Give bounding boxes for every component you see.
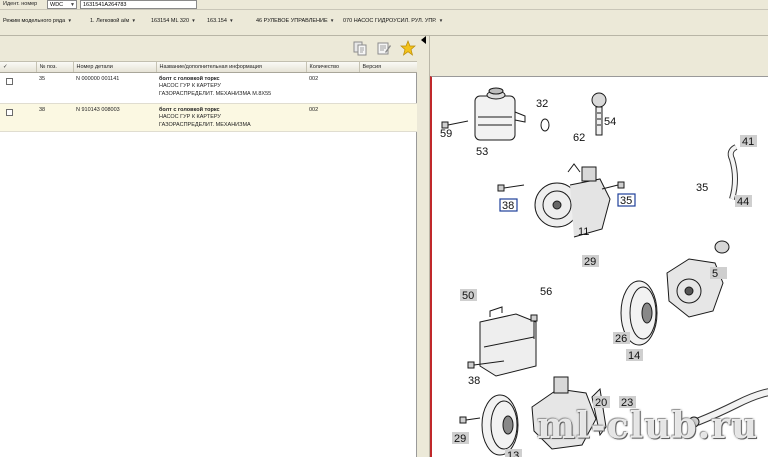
engine-select[interactable]: 163.154 ▼ [207, 18, 234, 24]
chevron-down-icon: ▼ [328, 18, 335, 23]
chevron-down-icon: ▼ [227, 18, 234, 23]
callout-label-50[interactable]: 50 [462, 290, 474, 302]
bolt-38-drawing [497, 184, 525, 192]
parts-table: ✓ № поз. Номер детали Название/дополните… [0, 62, 418, 132]
chevron-down-icon: ▼ [437, 18, 444, 23]
ident-prefix-select[interactable]: WDC ▼ [47, 0, 77, 9]
callout-label-53[interactable]: 53 [476, 146, 488, 158]
callout-label-11[interactable]: 11 [578, 226, 589, 238]
engine-label: 163.154 [207, 18, 227, 24]
edit-note-icon[interactable] [376, 40, 392, 56]
table-header: ✓ № поз. Номер детали Название/дополните… [0, 62, 418, 73]
model-select[interactable]: 163154 ML 320 ▼ [151, 18, 196, 24]
callout-label-41[interactable]: 41 [742, 136, 754, 148]
col-part-header[interactable]: Номер детали [73, 62, 157, 73]
ring-32-drawing [540, 118, 550, 132]
hose-41-drawing [727, 144, 738, 200]
exploded-parts-diagram[interactable]: 595332625441354438 35115291450 56382620 232… [432, 77, 768, 457]
callout-label-38[interactable]: 38 [502, 200, 514, 212]
diagram-toolbar [430, 36, 768, 62]
row-checkbox[interactable] [6, 108, 13, 116]
clamp-44-drawing [714, 240, 730, 254]
part-info-line: НАСОС ГУР К КАРТЕРУ [159, 114, 221, 120]
row-checkbox-cell [0, 103, 36, 132]
col-check-header[interactable]: ✓ [0, 62, 37, 73]
part-info-line: ГАЗОРАСПРЕДЕЛИТ. МЕХАНИЗМА M.8X55 [159, 90, 272, 97]
bolt-29b-drawing [459, 416, 481, 424]
version-cell [359, 103, 417, 132]
watermark-text: ml-club.ru [537, 405, 759, 447]
model-mode-label: Режим модельного ряда [3, 18, 66, 24]
subgroup-select[interactable]: 070 НАСОС ГИДРОУСИЛ. РУЛ. УПР. ▼ [343, 18, 443, 24]
reservoir-50-drawing [479, 306, 537, 377]
part-info-line: НАСОС ГУР К КАРТЕРУ [159, 83, 221, 89]
qty-cell: 002 [306, 103, 359, 132]
chevron-down-icon: ▼ [66, 18, 72, 23]
ident-number-field[interactable]: 1631541A264783 [80, 0, 197, 9]
row-checkbox-cell [0, 72, 36, 104]
callout-label-44[interactable]: 44 [737, 196, 749, 208]
callout-label-35[interactable]: 35 [696, 182, 708, 194]
pos-cell: 35 [36, 72, 73, 104]
callout-label-26[interactable]: 26 [615, 333, 627, 345]
cap-54-drawing [591, 92, 607, 136]
callout-label-54[interactable]: 54 [604, 116, 616, 128]
ident-bar: Идент. номер WDC ▼ 1631541A264783 [0, 0, 768, 10]
pump-11-drawing [534, 163, 611, 238]
callout-label-14[interactable]: 14 [628, 350, 640, 362]
favorite-star-icon[interactable] [400, 40, 416, 56]
subgroup-label: 070 НАСОС ГИДРОУСИЛ. РУЛ. УПР. [343, 18, 437, 24]
pos-cell: 38 [36, 103, 73, 132]
col-version-header[interactable]: Версия [359, 62, 418, 73]
diagram-frame[interactable]: 59 53 32 62 54 41 35 44 38 35 11 5 29 14 50 56 38 26 20 23 2… [430, 76, 768, 457]
vehicle-class-select[interactable]: 1. Легковой а/м ▼ [90, 18, 136, 24]
part-number-cell: N 910143 008003 [73, 103, 156, 132]
callout-label-59[interactable]: 59 [440, 128, 452, 140]
callout-label-38[interactable]: 38 [468, 375, 480, 387]
group-select[interactable]: 46 РУЛЕВОЕ УПРАВЛЕНИЕ ▼ [256, 18, 334, 24]
parts-panel: ✓ № поз. Номер детали Название/дополните… [0, 36, 418, 457]
model-label: 163154 ML 320 [151, 18, 190, 24]
callout-label-29[interactable]: 29 [454, 433, 466, 445]
part-title: болт с головкой торкс [159, 106, 220, 113]
callout-label-32[interactable]: 32 [536, 98, 548, 110]
callout-label-29[interactable]: 29 [584, 256, 596, 268]
callout-label-13[interactable]: 13 [507, 450, 519, 457]
copy-icon[interactable] [352, 40, 368, 56]
part-info-line: ГАЗОРАСПРЕДЕЛИТ. МЕХАНИЗМА [159, 121, 251, 128]
chevron-down-icon: ▼ [190, 18, 196, 23]
col-qty-header[interactable]: Количество [306, 62, 360, 73]
group-label: 46 РУЛЕВОЕ УПРАВЛЕНИЕ [256, 18, 328, 24]
table-row[interactable]: 38 N 910143 008003 болт с головкой торкс… [0, 103, 417, 132]
pulley-29-drawing [481, 394, 519, 456]
part-title: болт с головкой торкс [159, 75, 220, 82]
bolt-35-drawing [601, 181, 625, 190]
callout-label-35[interactable]: 35 [620, 195, 632, 207]
callout-label-56[interactable]: 56 [540, 286, 552, 298]
col-pos-header[interactable]: № поз. [36, 62, 74, 73]
name-cell: болт с головкой торкс НАСОС ГУР К КАРТЕР… [156, 72, 306, 104]
part-number-cell: N 000000 001141 [73, 72, 156, 104]
panel-splitter[interactable] [417, 36, 430, 457]
callout-label-62[interactable]: 62 [573, 132, 585, 144]
col-name-header[interactable]: Название/дополнительная информация [156, 62, 307, 73]
ident-prefix-value: WDC [50, 2, 64, 8]
chevron-down-icon: ▼ [130, 18, 136, 23]
bolt-59-drawing [441, 120, 469, 129]
name-cell: болт с головкой торкс НАСОС ГУР К КАРТЕР… [156, 103, 306, 132]
reservoir-53-drawing [474, 87, 526, 141]
parts-toolbar [0, 36, 417, 62]
callout-label-5[interactable]: 5 [712, 268, 718, 280]
collapse-left-icon[interactable] [421, 36, 426, 44]
vehicle-class-label: 1. Легковой а/м [90, 18, 130, 24]
model-bar: Режим модельного ряда ▼ 1. Легковой а/м … [0, 10, 768, 36]
table-row[interactable]: 35 N 000000 001141 болт с головкой торкс… [0, 72, 417, 104]
row-checkbox[interactable] [6, 77, 13, 85]
version-cell [359, 72, 417, 104]
ident-label: Идент. номер [3, 1, 38, 7]
diagram-panel: 59 53 32 62 54 41 35 44 38 35 11 5 29 14 50 56 38 26 20 23 2… [430, 36, 768, 457]
model-mode-select[interactable]: Режим модельного ряда ▼ [3, 18, 72, 24]
chevron-down-icon: ▼ [70, 2, 75, 8]
qty-cell: 002 [306, 72, 359, 104]
